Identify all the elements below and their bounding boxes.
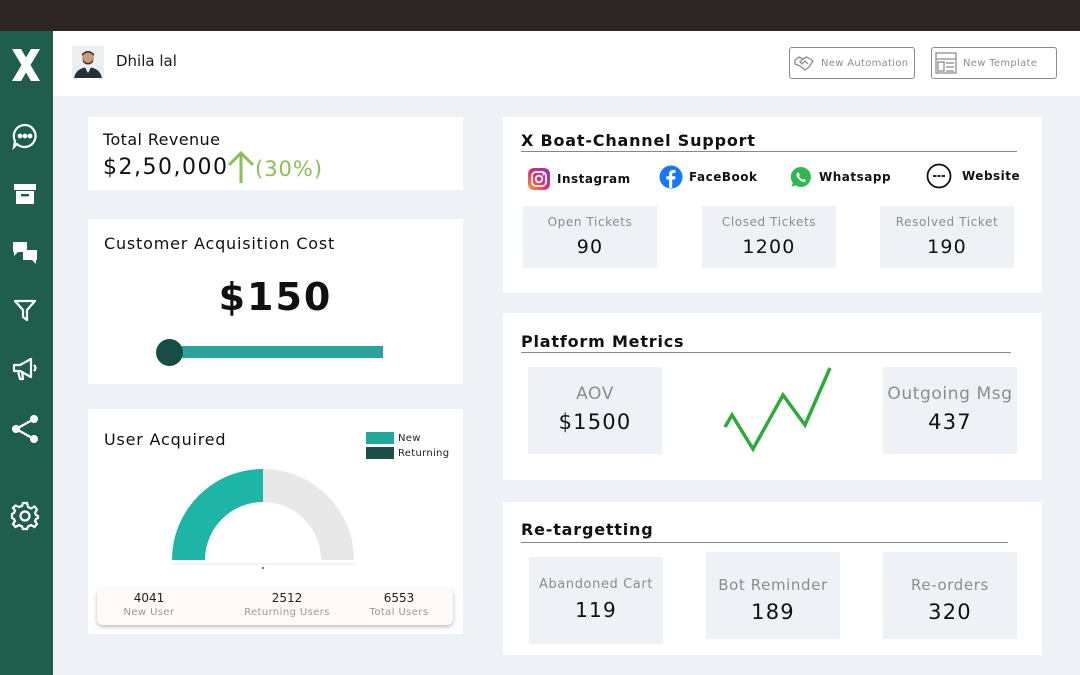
channel-instagram-label: Instagram — [557, 172, 631, 186]
legend-returning: Returning — [366, 447, 449, 459]
revenue-amount: $2,50,000 — [103, 155, 229, 180]
stat-new-users-value: 4041 — [133, 591, 165, 605]
top-bar — [0, 0, 1080, 31]
legend-label-new: New — [398, 432, 421, 444]
outgoing-msg-value: 437 — [928, 410, 972, 434]
legend-label-returning: Returning — [398, 447, 450, 459]
cac-slider-handle[interactable] — [156, 339, 183, 366]
user-acquired-card: User Acquired New Returning 4041 New Use… — [88, 409, 463, 634]
total-revenue-title: Total Revenue — [103, 130, 221, 149]
legend-swatch-new — [366, 432, 394, 444]
arrow-up-icon — [227, 150, 255, 188]
logo-icon[interactable] — [9, 45, 43, 85]
closed-tickets-value: 1200 — [742, 236, 796, 258]
outgoing-msg-tile[interactable]: Outgoing Msg 437 — [883, 367, 1017, 454]
archive-icon[interactable] — [10, 179, 40, 209]
bot-reminder-tile[interactable]: Bot Reminder 189 — [706, 552, 840, 639]
megaphone-icon[interactable] — [10, 354, 40, 384]
handshake-icon — [793, 52, 815, 74]
platform-metrics-underline — [521, 352, 1011, 353]
retargeting-card: Re-targetting Abandoned Cart 119 Bot Rem… — [503, 502, 1042, 655]
new-template-label: New Template — [963, 57, 1038, 69]
closed-tickets-label: Closed Tickets — [721, 215, 817, 229]
stat-total-users-label: Total Users — [369, 607, 429, 618]
stat-total-users-value: 6553 — [383, 591, 415, 605]
retargeting-title: Re-targetting — [521, 520, 654, 539]
resolved-tickets-value: 190 — [927, 236, 967, 258]
stat-returning-users: 2512 Returning Users — [237, 591, 337, 618]
gauge-remaining-segment — [263, 469, 354, 560]
re-orders-label: Re-orders — [911, 576, 989, 594]
username: Dhila lal — [116, 52, 177, 70]
channel-facebook-label: FaceBook — [689, 170, 758, 184]
trend-sparkline — [723, 367, 832, 453]
channel-whatsapp[interactable]: Whatsapp — [789, 165, 891, 189]
legend-swatch-returning — [366, 447, 394, 459]
stat-new-users-label: New User — [123, 607, 175, 618]
new-automation-label: New Automation — [821, 57, 909, 69]
channel-website[interactable]: Website — [926, 163, 1020, 189]
settings-icon[interactable] — [10, 501, 40, 531]
platform-metrics-title: Platform Metrics — [521, 332, 685, 351]
stat-new-users: 4041 New User — [111, 591, 187, 618]
instagram-icon — [527, 167, 551, 191]
re-orders-tile[interactable]: Re-orders 320 — [883, 552, 1017, 639]
bot-reminder-label: Bot Reminder — [718, 576, 828, 594]
aov-tile[interactable]: AOV $1500 — [528, 367, 662, 454]
platform-metrics-card: Platform Metrics AOV $1500 Outgoing Msg … — [503, 313, 1042, 480]
aov-value: $1500 — [558, 410, 632, 434]
aov-label: AOV — [576, 384, 614, 404]
user-gauge — [172, 469, 354, 570]
new-template-button[interactable]: New Template — [931, 47, 1057, 79]
revenue-change: (30%) — [255, 157, 324, 181]
total-revenue-card: Total Revenue $2,50,000 (30%) — [88, 117, 463, 190]
channel-facebook[interactable]: FaceBook — [659, 165, 757, 189]
conversations-icon[interactable] — [10, 237, 40, 267]
abandoned-cart-tile[interactable]: Abandoned Cart 119 — [529, 557, 663, 644]
bot-reminder-value: 189 — [751, 600, 795, 624]
channel-support-card: X Boat-Channel Support Instagram FaceBoo… — [503, 117, 1042, 293]
legend-new: New — [366, 432, 421, 444]
header: Dhila lal New Automation New Template — [53, 31, 1080, 96]
channel-support-title: X Boat-Channel Support — [521, 131, 756, 150]
gauge-new-segment — [172, 469, 263, 560]
resolved-tickets-tile[interactable]: Resolved Ticket 190 — [880, 206, 1014, 268]
filter-icon[interactable] — [10, 295, 40, 325]
cac-slider-track[interactable] — [168, 346, 383, 358]
channel-website-label: Website — [962, 169, 1021, 183]
sidebar — [0, 31, 53, 675]
channel-support-underline — [521, 151, 1017, 152]
share-icon[interactable] — [10, 414, 40, 444]
avatar[interactable] — [72, 46, 104, 78]
facebook-icon — [659, 165, 683, 189]
stat-total-users: 6553 Total Users — [359, 591, 439, 618]
cac-value: $150 — [218, 275, 333, 319]
channel-instagram[interactable]: Instagram — [527, 167, 631, 191]
stat-returning-users-value: 2512 — [271, 591, 303, 605]
open-tickets-value: 90 — [576, 236, 604, 258]
retargeting-underline — [521, 542, 1008, 543]
resolved-tickets-label: Resolved Ticket — [895, 215, 999, 229]
chat-icon[interactable] — [10, 121, 40, 151]
outgoing-msg-label: Outgoing Msg — [887, 384, 1013, 404]
channel-whatsapp-label: Whatsapp — [819, 170, 892, 184]
abandoned-cart-label: Abandoned Cart — [538, 577, 654, 592]
open-tickets-tile[interactable]: Open Tickets 90 — [523, 206, 657, 268]
abandoned-cart-value: 119 — [575, 598, 617, 622]
stat-returning-users-label: Returning Users — [244, 607, 330, 618]
user-acquired-title: User Acquired — [104, 430, 227, 449]
template-icon — [935, 52, 957, 74]
user-stats-bar: 4041 New User 2512 Returning Users 6553 … — [97, 588, 453, 625]
new-automation-button[interactable]: New Automation — [789, 47, 915, 79]
cac-card: Customer Acquisition Cost $150 — [88, 219, 463, 384]
whatsapp-icon — [789, 165, 813, 189]
closed-tickets-tile[interactable]: Closed Tickets 1200 — [702, 206, 836, 268]
re-orders-value: 320 — [928, 600, 972, 624]
website-icon — [926, 163, 952, 189]
open-tickets-label: Open Tickets — [547, 215, 633, 229]
cac-title: Customer Acquisition Cost — [104, 234, 336, 253]
